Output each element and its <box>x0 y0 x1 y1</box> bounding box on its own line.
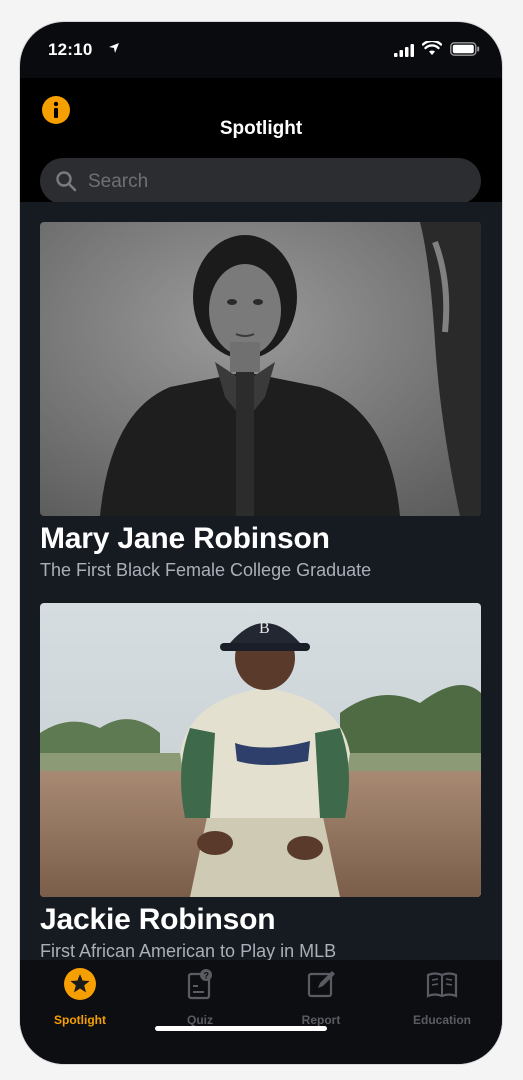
info-icon <box>53 101 59 118</box>
card-photo <box>40 222 481 516</box>
card-subtitle: The First Black Female College Graduate <box>40 560 372 580</box>
portrait-photo <box>40 222 481 516</box>
location-arrow-icon <box>109 43 119 53</box>
quiz-icon: ? <box>187 969 212 1000</box>
spotlight-card[interactable]: Mary Jane Robinson The First Black Femal… <box>40 222 481 581</box>
search-input[interactable] <box>86 158 470 206</box>
card-photo: B <box>40 603 481 897</box>
book-icon <box>426 972 458 998</box>
battery-icon <box>450 42 480 56</box>
tab-spotlight[interactable]: Spotlight <box>20 966 140 1036</box>
status-time: 12:10 <box>48 40 93 59</box>
star-icon <box>64 968 96 1000</box>
search-bar[interactable] <box>40 158 481 206</box>
tab-label: Quiz <box>187 1013 213 1027</box>
home-indicator[interactable] <box>155 1026 327 1031</box>
svg-text:B: B <box>259 620 270 637</box>
card-title: Mary Jane Robinson <box>40 522 330 555</box>
baseball-player-photo: B <box>40 603 481 897</box>
card-title: Jackie Robinson <box>40 903 276 936</box>
search-icon <box>56 171 77 192</box>
page-title: Spotlight <box>219 118 303 139</box>
edit-icon <box>307 971 335 998</box>
tab-label: Spotlight <box>54 1013 106 1027</box>
cellular-signal-icon <box>394 44 414 57</box>
card-subtitle: First African American to Play in MLB <box>40 941 337 960</box>
svg-text:?: ? <box>204 971 210 981</box>
spotlight-feed[interactable]: Mary Jane Robinson The First Black Femal… <box>20 202 502 960</box>
status-bar: 12:10 <box>20 22 502 78</box>
phone-frame: 12:10 Spotlight Search Mary Jane Robinso… <box>20 22 502 1064</box>
tab-label: Report <box>301 1013 341 1027</box>
tab-label: Education <box>412 1013 471 1027</box>
wifi-icon <box>422 41 442 55</box>
spotlight-card[interactable]: B Jackie Robinson First African American… <box>40 603 481 960</box>
tab-bar: Spotlight ? Quiz Report Education <box>20 960 502 1064</box>
tab-education[interactable]: Education <box>382 966 502 1036</box>
